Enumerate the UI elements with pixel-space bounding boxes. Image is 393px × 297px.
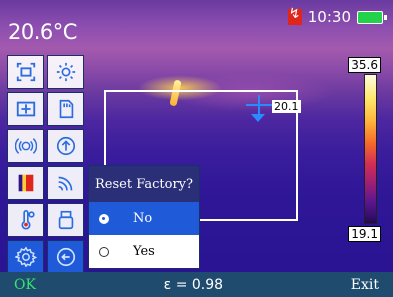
scale-min-value: 19.1 (348, 226, 381, 242)
option-yes-label: Yes (133, 244, 155, 259)
temperature-unit-icon[interactable] (7, 203, 44, 237)
radio-unselected-icon[interactable] (99, 246, 109, 257)
center-spot-icon[interactable] (7, 92, 44, 126)
clock: 10:30 (307, 8, 351, 26)
upload-icon[interactable] (47, 129, 84, 163)
exit-button[interactable]: Exit (351, 277, 379, 293)
reset-factory-dialog: Reset Factory? No Yes (88, 165, 200, 269)
radio-selected-icon[interactable] (99, 213, 109, 224)
cold-spot-arrow-icon (251, 114, 265, 122)
back-icon[interactable] (47, 240, 84, 274)
area-measure-icon[interactable] (7, 55, 44, 89)
center-temperature: 20.6°C (8, 20, 77, 44)
option-no-label: No (133, 211, 153, 226)
status-bar: 10:30 (287, 6, 387, 26)
color-scale-bar (364, 74, 377, 224)
bottom-bar: OK ε = 0.98 Exit (0, 272, 393, 297)
usb-storage-icon[interactable] (47, 203, 84, 237)
emissivity-icon[interactable] (7, 129, 44, 163)
spot-temperature: 20.1 (272, 100, 301, 113)
brightness-icon[interactable] (47, 55, 84, 89)
battery-icon (357, 10, 387, 24)
sd-card-icon (287, 6, 302, 25)
settings-gear-icon[interactable] (7, 240, 44, 274)
ok-button[interactable]: OK (14, 277, 36, 293)
option-no[interactable]: No (89, 202, 199, 235)
emissivity-value: ε = 0.98 (163, 276, 224, 293)
scale-max-value: 35.6 (348, 57, 381, 73)
option-yes[interactable]: Yes (89, 235, 199, 268)
wifi-icon[interactable] (47, 166, 84, 200)
crosshair-icon (246, 95, 272, 115)
palette-icon[interactable] (7, 166, 44, 200)
sd-card-icon[interactable] (47, 92, 84, 126)
dialog-title: Reset Factory? (89, 166, 199, 202)
